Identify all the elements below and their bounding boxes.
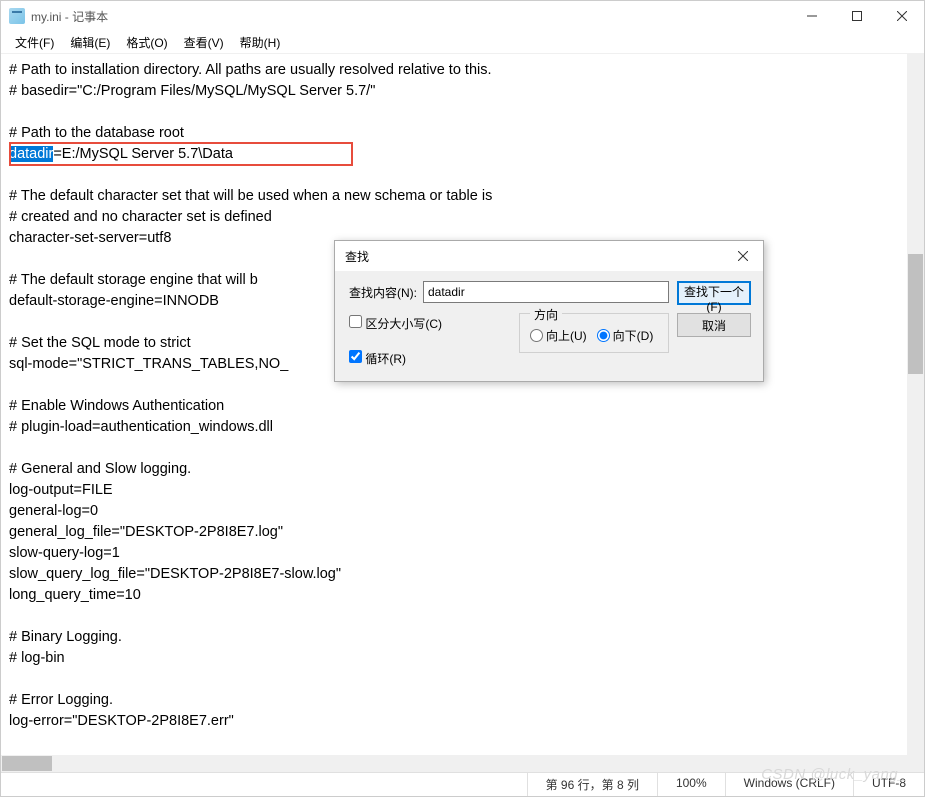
direction-up[interactable]: 向上(U)	[530, 327, 587, 344]
horizontal-scrollbar[interactable]	[1, 755, 907, 772]
menubar: 文件(F) 编辑(E) 格式(O) 查看(V) 帮助(H)	[1, 31, 924, 53]
status-eol: Windows (CRLF)	[725, 773, 853, 796]
find-dialog[interactable]: 查找 查找内容(N): 方向 向上(U) 向下(D) 区分大小写(C) 循环(R…	[334, 240, 764, 382]
menu-view[interactable]: 查看(V)	[176, 32, 232, 53]
dialog-titlebar[interactable]: 查找	[335, 241, 763, 271]
dialog-title: 查找	[345, 248, 723, 265]
find-next-button[interactable]: 查找下一个(F)	[677, 281, 751, 305]
find-what-label: 查找内容(N):	[349, 284, 417, 301]
horizontal-scroll-thumb[interactable]	[2, 756, 52, 771]
find-what-input[interactable]	[423, 281, 669, 303]
status-encoding: UTF-8	[853, 773, 924, 796]
statusbar: 第 96 行，第 8 列 100% Windows (CRLF) UTF-8	[1, 772, 924, 796]
menu-help[interactable]: 帮助(H)	[232, 32, 289, 53]
wrap-around-checkbox[interactable]: 循环(R)	[349, 350, 406, 367]
vertical-scrollbar[interactable]	[907, 54, 924, 755]
status-zoom: 100%	[657, 773, 725, 796]
menu-format[interactable]: 格式(O)	[118, 32, 175, 53]
text-editor[interactable]: # Path to installation directory. All pa…	[1, 54, 924, 772]
minimize-button[interactable]	[789, 2, 834, 31]
content-area: # Path to installation directory. All pa…	[1, 53, 924, 772]
vertical-scroll-thumb[interactable]	[908, 254, 923, 374]
cancel-button[interactable]: 取消	[677, 313, 751, 337]
scroll-corner	[907, 755, 924, 772]
dialog-close-button[interactable]	[723, 242, 763, 270]
notepad-icon	[9, 8, 25, 24]
close-button[interactable]	[879, 2, 924, 31]
notepad-window: my.ini - 记事本 文件(F) 编辑(E) 格式(O) 查看(V) 帮助(…	[0, 0, 925, 797]
menu-file[interactable]: 文件(F)	[7, 32, 62, 53]
match-case-checkbox[interactable]: 区分大小写(C)	[349, 315, 442, 332]
menu-edit[interactable]: 编辑(E)	[62, 32, 118, 53]
selected-text: datadir	[9, 146, 53, 162]
direction-down[interactable]: 向下(D)	[597, 327, 654, 344]
status-position: 第 96 行，第 8 列	[527, 773, 657, 796]
window-title: my.ini - 记事本	[31, 8, 789, 25]
maximize-button[interactable]	[834, 2, 879, 31]
titlebar[interactable]: my.ini - 记事本	[1, 1, 924, 31]
direction-label: 方向	[530, 306, 562, 323]
